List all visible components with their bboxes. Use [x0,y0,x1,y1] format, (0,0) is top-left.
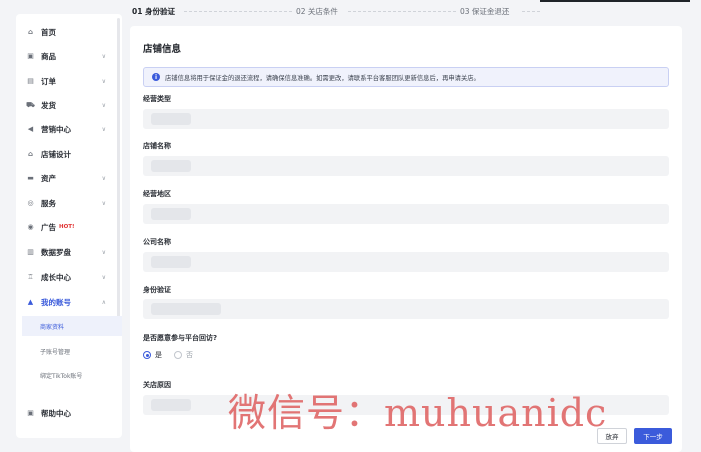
store-design-icon: ⌂ [27,150,33,158]
sidebar-item-label: 我的账号 [41,297,71,307]
sidebar-item-label: 服务 [41,198,56,208]
account-icon: ▲ [27,298,34,306]
business-region-field [143,204,669,224]
sidebar-item-order[interactable]: ▤ 订单 ∨ [16,72,120,90]
data-compass-icon: ▥ [27,248,34,256]
redacted-value [151,113,191,125]
sidebar-item-growth[interactable]: ♖ 成长中心 ∨ [16,268,120,286]
chevron-down-icon: ∨ [101,77,106,85]
radio-no[interactable] [174,351,182,359]
identity-verification-field [143,299,669,319]
participation-question: 是否愿意参与平台回访? [143,334,218,342]
growth-icon: ♖ [27,273,34,281]
redacted-value [151,160,191,172]
sidebar-subitem-merchant-info[interactable]: 商家资料 [22,316,122,336]
page-title: 店铺信息 [143,44,182,55]
radio-yes[interactable] [143,351,151,359]
hot-badge: HOT! [59,224,75,230]
sidebar-item-label: 商品 [41,51,56,61]
sidebar-item-product[interactable]: ▣ 商品 ∨ [16,47,120,65]
chevron-down-icon: ∨ [101,199,106,207]
store-name-label: 店铺名称 [143,142,171,150]
info-notice: i 店铺信息将用于保证金的退还流程，请确保信息准确。如需更改，请联系平台客服团队… [143,67,669,87]
sidebar-item-label: 成长中心 [41,272,71,282]
next-step-button[interactable]: 下一步 [634,428,672,444]
sidebar-item-delivery[interactable]: ⛟ 发货 ∨ [16,96,120,114]
step-indicator: 01 身份验证 02 关店条件 03 保证金退还 [130,0,690,22]
step-divider [348,11,456,12]
step-divider [184,11,292,12]
identity-verification-label: 身份验证 [143,286,171,294]
order-icon: ▤ [27,77,34,85]
participation-radio-group: 是 否 [143,350,205,360]
business-region-label: 经营地区 [143,190,171,198]
sidebar-item-store-design[interactable]: ⌂ 店铺设计 [16,145,120,163]
chevron-up-icon: ∧ [101,298,106,306]
watermark-overlay: 微信号：muhuanidc [228,391,608,435]
step-1: 01 身份验证 [132,7,176,16]
assets-icon: ▬ [27,174,34,182]
sidebar-item-label: 首页 [41,27,56,37]
radio-yes-label: 是 [155,351,162,359]
sidebar-item-help[interactable]: ▣ 帮助中心 [16,404,120,422]
service-icon: ◎ [27,199,34,207]
step-2: 02 关店条件 [296,7,338,16]
sidebar-subitem-label: 绑定TikTok账号 [40,372,83,380]
sidebar-item-label: 帮助中心 [41,408,71,418]
sidebar-subitem-sub-accounts[interactable]: 子账号管理 [22,341,122,361]
sidebar-item-assets[interactable]: ▬ 资产 ∨ [16,169,120,187]
sidebar-item-marketing[interactable]: ◀ 营销中心 ∨ [16,120,120,138]
product-icon: ▣ [27,52,34,60]
redacted-value [151,256,191,268]
notice-text: 店铺信息将用于保证金的退还流程，请确保信息准确。如需更改，请联系平台客服团队更新… [165,74,480,82]
close-reason-label: 关店原因 [143,381,171,389]
sidebar-item-label: 发货 [41,100,56,110]
sidebar-item-label: 广告 [41,222,56,232]
ads-icon: ◉ [27,223,34,231]
redacted-value [151,208,191,220]
chevron-down-icon: ∨ [101,52,106,60]
sidebar-item-label: 营销中心 [41,124,71,134]
sidebar: ⌂ 首页 ▣ 商品 ∨ ▤ 订单 ∨ ⛟ 发货 ∨ ◀ 营销中心 ∨ ⌂ 店铺设… [16,14,122,438]
sidebar-item-data-compass[interactable]: ▥ 数据罗盘 ∨ [16,243,120,261]
company-name-field [143,252,669,272]
chevron-down-icon: ∨ [101,273,106,281]
step-3: 03 保证金退还 [460,7,510,16]
redacted-value [151,303,221,315]
help-icon: ▣ [27,409,34,417]
chevron-down-icon: ∨ [101,174,106,182]
info-icon: i [152,73,160,81]
step-divider [522,11,540,12]
sidebar-item-service[interactable]: ◎ 服务 ∨ [16,194,120,212]
sidebar-subitem-label: 子账号管理 [40,348,71,356]
home-icon: ⌂ [27,28,33,36]
company-name-label: 公司名称 [143,238,171,246]
sidebar-item-label: 数据罗盘 [41,247,71,257]
redacted-value [151,399,191,411]
marketing-icon: ◀ [27,125,34,133]
store-name-field [143,156,669,176]
chevron-down-icon: ∨ [101,101,106,109]
sidebar-item-home[interactable]: ⌂ 首页 [16,23,120,41]
radio-no-label: 否 [186,351,193,359]
business-type-label: 经营类型 [143,95,171,103]
sidebar-item-ads[interactable]: ◉ 广告 HOT! [16,218,120,236]
business-type-field [143,109,669,129]
sidebar-item-account[interactable]: ▲ 我的账号 ∧ [16,293,120,311]
delivery-icon: ⛟ [26,100,35,109]
sidebar-item-label: 店铺设计 [41,149,71,159]
chevron-down-icon: ∨ [101,125,106,133]
sidebar-subitem-bind-tiktok[interactable]: 绑定TikTok账号 [22,365,122,385]
sidebar-item-label: 订单 [41,76,56,86]
sidebar-subitem-label: 商家资料 [40,323,65,331]
sidebar-item-label: 资产 [41,173,56,183]
chevron-down-icon: ∨ [101,248,106,256]
